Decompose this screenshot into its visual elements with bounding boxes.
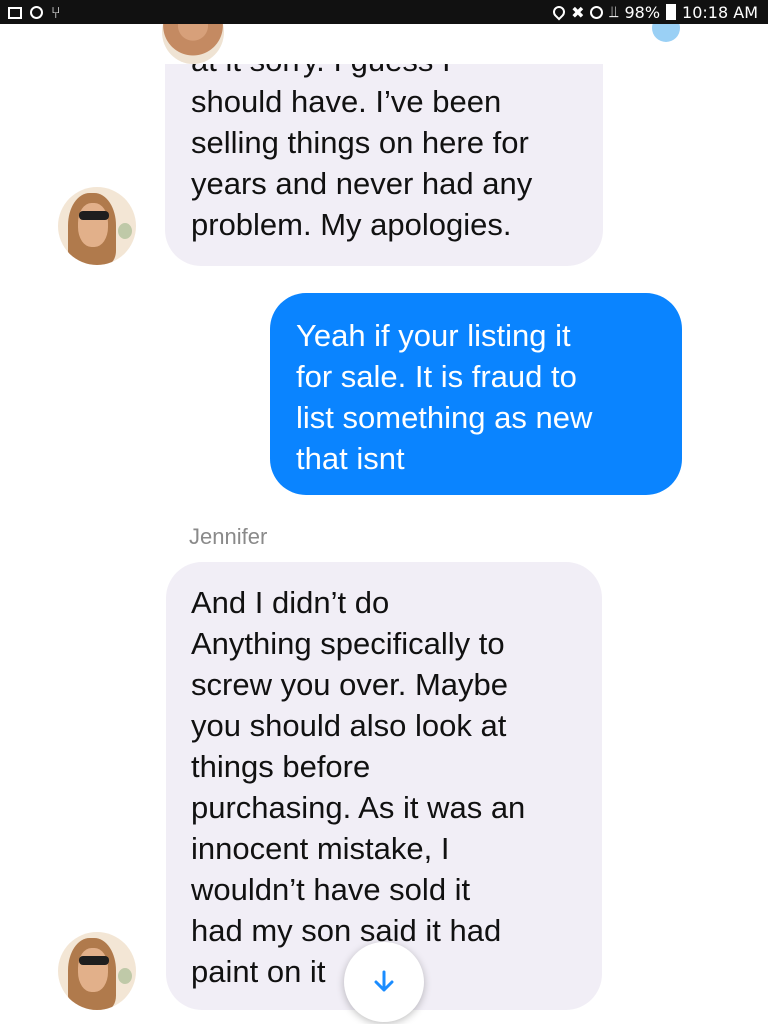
notification-icon: ⑂ [51,3,61,22]
conversation[interactable]: at it sorry. I guess I should have. I’ve… [0,24,768,1024]
message-line: years and never had any [191,166,533,201]
message-line: selling things on here for [191,125,529,160]
alarm-icon [30,6,43,19]
message-bubble-incoming[interactable]: at it sorry. I guess I should have. I’ve… [165,64,603,266]
message-line: Yeah if your listing it [296,318,571,353]
message-line: innocent mistake, I [191,831,450,866]
battery-icon [666,4,677,20]
sender-name: Jennifer [189,524,268,549]
scroll-to-bottom-button[interactable] [344,942,424,1022]
message-line: And I didn’t do [191,585,390,620]
message-line: Anything specifically to [191,626,505,661]
avatar[interactable] [58,187,136,265]
message-line: screw you over. Maybe [191,667,509,702]
message-line: for sale. It is fraud to [296,359,577,394]
message-line: wouldn’t have sold it [191,872,471,907]
location-icon [550,3,568,21]
image-icon [8,6,22,19]
mute-icon: ✖ [571,2,585,22]
message-line: at it sorry. I guess I [191,64,532,81]
message-line: should have. I’ve been [191,84,502,119]
read-receipt-avatar [652,24,680,42]
message-line: problem. My apologies. [191,207,512,242]
battery-percent: 98% [624,2,661,22]
status-left-icons: ⑂ [8,3,61,22]
alarm-icon [590,5,604,19]
message-line: you should also look at [191,708,507,743]
message-line: that isnt [296,441,405,476]
message-bubble-outgoing[interactable]: Yeah if your listing it for sale. It is … [270,293,682,495]
message-line: purchasing. As it was an [191,790,526,825]
message-line: list something as new [296,400,593,435]
avatar [162,24,224,64]
wifi-icon: ⫫ [609,2,619,21]
status-right-icons: ✖ ⫫ 98% 10:18 AM [550,2,758,22]
arrow-down-icon [374,970,394,992]
message-line: things before [191,749,371,784]
clock: 10:18 AM [682,2,758,22]
avatar[interactable] [58,932,136,1010]
status-bar: ⑂ ✖ ⫫ 98% 10:18 AM [0,0,768,24]
